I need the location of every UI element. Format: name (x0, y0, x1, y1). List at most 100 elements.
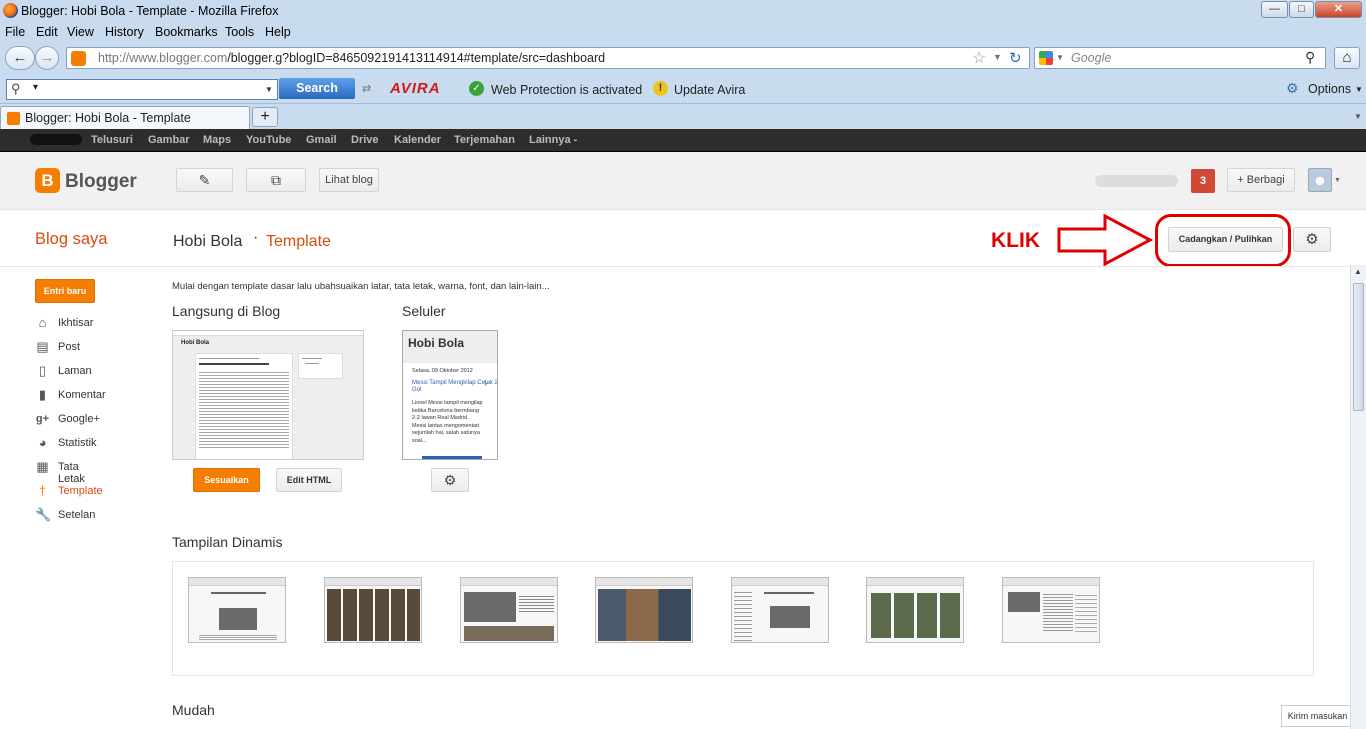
scroll-up-icon[interactable]: ▲ (1354, 267, 1362, 276)
posts-icon: ▤ (36, 339, 49, 354)
gbar-maps[interactable]: Maps (203, 134, 231, 146)
share-button[interactable]: + Berbagi (1227, 168, 1295, 192)
gbar-kalender[interactable]: Kalender (394, 134, 441, 146)
url-text: http://www.blogger.com/blogger.g?blogID=… (98, 51, 605, 65)
thumb-image (1008, 592, 1040, 612)
menu-bookmarks[interactable]: Bookmarks (155, 25, 218, 39)
dynamic-view-magazine[interactable] (460, 577, 558, 643)
tab-list-icon[interactable]: ▼ (1354, 112, 1362, 121)
blog-name[interactable]: Hobi Bola (173, 233, 242, 251)
gbar-telusuri[interactable]: Telusuri (91, 134, 133, 146)
toolbar-grip-icon[interactable]: ⇄ (362, 82, 371, 95)
sidebar-item-label: Laman (58, 365, 92, 377)
dynamic-view-classic[interactable] (188, 577, 286, 643)
pencil-icon: ✎ (198, 172, 211, 188)
gbar-lainnya[interactable]: Lainnya - (529, 134, 577, 146)
notifications-badge[interactable]: 3 (1191, 169, 1215, 193)
blogger-brand[interactable]: Blogger (65, 171, 137, 193)
maximize-button[interactable]: □ (1289, 1, 1314, 18)
tab-blogger-template[interactable]: Blogger: Hobi Bola - Template (0, 106, 250, 129)
options-gear-icon: ⚙ (1286, 80, 1299, 96)
magnifier-icon: ⚲ (11, 81, 21, 96)
url-dropdown-icon[interactable]: ▼ (993, 52, 1002, 62)
scrollbar-thumb[interactable] (1353, 283, 1364, 411)
gbar-terjemahan[interactable]: Terjemahan (454, 134, 515, 146)
thumb-bar (325, 578, 421, 586)
live-blog-preview[interactable]: Hobi Bola (172, 330, 364, 460)
tab-strip: Blogger: Hobi Bola - Template + ▼ (0, 104, 1366, 129)
new-post-pencil-button[interactable]: ✎ (176, 168, 233, 192)
blogger-logo-icon[interactable]: B (35, 168, 60, 193)
avira-logo[interactable]: AVIRA (390, 80, 441, 97)
menu-history[interactable]: History (105, 25, 144, 39)
menu-view[interactable]: View (67, 25, 94, 39)
mobile-preview-chevron-icon: › (484, 378, 488, 389)
home-button[interactable]: ⌂ (1334, 47, 1360, 69)
search-bar[interactable]: ▼ Google ⚲ (1034, 47, 1326, 69)
my-blogs-link[interactable]: Blog saya (35, 230, 107, 249)
minimize-button[interactable]: — (1261, 1, 1288, 18)
reload-icon[interactable]: ↻ (1009, 49, 1022, 67)
wrench-icon: 🔧 (35, 507, 52, 522)
preview-topbar (173, 331, 363, 336)
back-button[interactable]: ← (5, 46, 35, 70)
search-magnifier-icon[interactable]: ⚲ (1305, 49, 1315, 66)
customize-button[interactable]: Sesuaikan (193, 468, 260, 492)
thumb-bar (732, 578, 828, 586)
url-path: /blogger.g?blogID=8465092191413114914#te… (227, 51, 606, 65)
forward-button[interactable]: → (35, 46, 59, 70)
menu-file[interactable]: File (5, 25, 25, 39)
avira-search-button[interactable]: Search (279, 78, 355, 99)
comment-icon: ▮ (38, 387, 47, 402)
menu-help[interactable]: Help (265, 25, 291, 39)
search-engine-dropdown-icon[interactable]: ▼ (1056, 53, 1064, 62)
dynamic-view-mosaic[interactable] (595, 577, 693, 643)
view-blog-button[interactable]: Lihat blog (319, 168, 379, 192)
gbar-gmail[interactable]: Gmail (306, 134, 337, 146)
sidebar-item-label: Template (58, 485, 103, 497)
mobile-preview[interactable]: Hobi Bola Selasa, 09 Oktober 2012 Messi … (402, 330, 498, 460)
new-post-button[interactable]: Entri baru (35, 279, 95, 303)
avira-search-input[interactable]: ⚲ ▾ ▼ (6, 79, 278, 100)
edit-html-button[interactable]: Edit HTML (276, 468, 342, 492)
gbar-youtube[interactable]: YouTube (246, 134, 291, 146)
preview-sidebar-widget (298, 353, 343, 379)
vertical-scrollbar[interactable]: ▲ (1350, 265, 1366, 729)
settings-button[interactable]: ⚙ (1293, 227, 1331, 252)
bookmark-star-icon[interactable]: ☆ (972, 48, 986, 68)
close-window-button[interactable]: ✕ (1315, 1, 1362, 18)
mobile-preview-bar (422, 456, 482, 459)
redacted-username (30, 134, 82, 145)
gbar-gambar[interactable]: Gambar (148, 134, 190, 146)
options-menu[interactable]: Options (1308, 82, 1351, 96)
send-feedback-button[interactable]: Kirim masukan (1281, 705, 1354, 727)
blogger-header: B Blogger ✎ ⧉ Lihat blog 3 + Berbagi ☻ ▼ (0, 152, 1366, 210)
gbar-drive[interactable]: Drive (351, 134, 379, 146)
avatar-dropdown-icon[interactable]: ▼ (1334, 177, 1341, 184)
thumb-list (734, 589, 752, 641)
avatar[interactable]: ☻ (1308, 168, 1332, 192)
sidebar-item-label: Komentar (58, 389, 106, 401)
avira-engine-dropdown[interactable]: ▾ (33, 82, 38, 93)
avira-history-dropdown-icon[interactable]: ▼ (265, 85, 273, 94)
update-avira-link[interactable]: Update Avira (674, 83, 745, 97)
sidebar-item-label: Tata Letak (58, 461, 85, 485)
thumb-bar (867, 578, 963, 586)
menu-edit[interactable]: Edit (36, 25, 58, 39)
web-protection-status[interactable]: Web Protection is activated (491, 83, 642, 97)
menu-tools[interactable]: Tools (225, 25, 254, 39)
dynamic-view-flipcard[interactable] (324, 577, 422, 643)
posts-list-button[interactable]: ⧉ (246, 168, 306, 192)
backup-restore-button[interactable]: Cadangkan / Pulihkan (1168, 227, 1283, 252)
google-plus-icon: g+ (35, 413, 50, 425)
address-bar[interactable]: http://www.blogger.com/blogger.g?blogID=… (66, 47, 1030, 69)
google-icon (1039, 51, 1053, 65)
main-content: Blog saya Hobi Bola · Template KLIK Cada… (0, 211, 1350, 729)
dynamic-view-snapshot[interactable] (866, 577, 964, 643)
dynamic-view-timeslide[interactable] (1002, 577, 1100, 643)
mobile-settings-button[interactable]: ⚙ (431, 468, 469, 492)
new-tab-button[interactable]: + (252, 107, 278, 127)
sidebar-item-label: Statistik (58, 437, 97, 449)
dynamic-view-sidebar[interactable] (731, 577, 829, 643)
options-dropdown-icon[interactable]: ▼ (1355, 85, 1363, 94)
